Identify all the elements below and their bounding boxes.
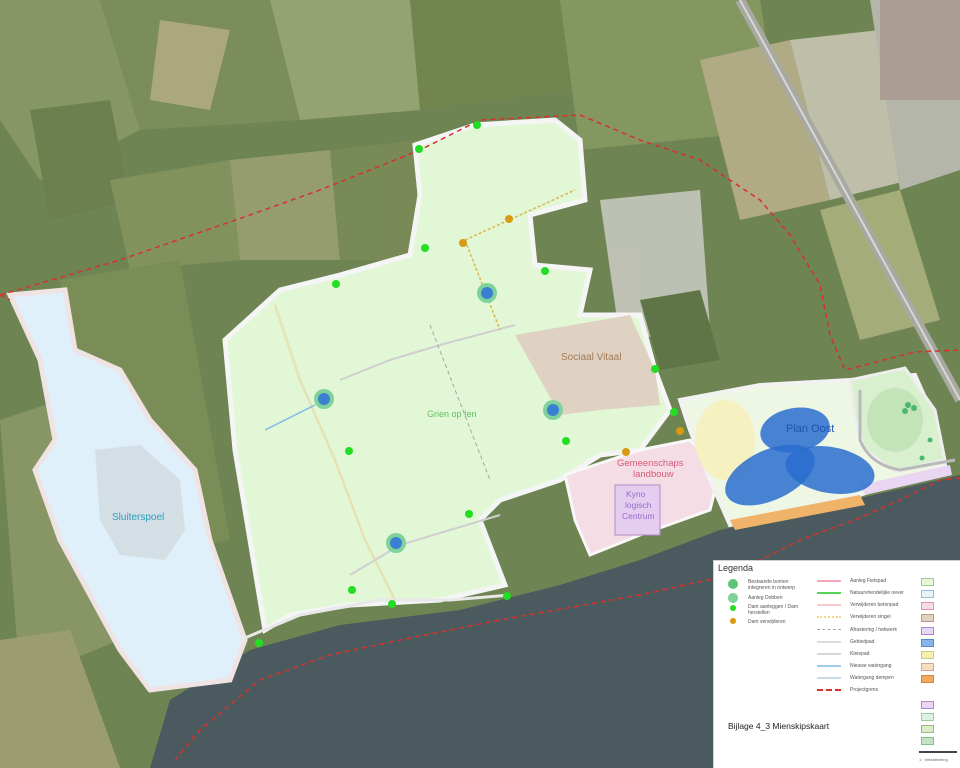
legend-item-singel: Verwijderen singel — [850, 614, 891, 620]
pond-icon — [728, 593, 738, 603]
dam-create-marker[interactable] — [421, 244, 429, 252]
legend-line-kleiepad — [817, 653, 841, 655]
legend-swatch — [921, 675, 934, 683]
legend-swatch — [921, 701, 934, 709]
legend-item-kleiepad: Kleiepad — [850, 651, 870, 657]
legend-line-afrastering — [817, 629, 841, 630]
legend-item-projectgrens: Projectgrens — [850, 687, 879, 693]
legend-item-fietspad: Aanleg Fietspad — [850, 578, 887, 584]
label-kyno-3: Centrum — [622, 511, 655, 521]
legend-title: Legenda — [718, 563, 754, 573]
zone-east-tree-area — [867, 388, 923, 452]
legend-panel: Legenda Bestaande bomen integreren in on… — [713, 560, 960, 768]
legend-swatch — [921, 713, 934, 721]
legend-item-betonpad: Verwijderen betonpad — [850, 602, 899, 608]
label-kyno-2: logisch — [625, 500, 652, 510]
legend-item-dam-aanleggen: Dam aanleggen / Dam herstellen — [748, 604, 799, 616]
dam-create-marker[interactable] — [348, 586, 356, 594]
scale-bar — [919, 751, 957, 753]
dam-remove-marker[interactable] — [505, 215, 513, 223]
legend-item-dam-verwijderen: Dam verwijderen — [748, 619, 786, 625]
legend-swatch — [921, 639, 934, 647]
legend-item-watergang: Nieuwe watergang — [850, 663, 892, 669]
legend-line-projectgrens — [817, 689, 841, 691]
dam-create-marker[interactable] — [473, 121, 481, 129]
legend-item-gebiedpad: Gebiedpad — [850, 639, 875, 645]
label-sluiterspoel: Sluiterspoel — [112, 512, 165, 523]
legend-line-betonpad — [817, 604, 841, 606]
dam-create-marker[interactable] — [332, 280, 340, 288]
label-plan-oost: Plan Oost — [786, 423, 835, 435]
legend-line-watergang — [817, 665, 841, 667]
label-grien-op-ien: Grien op Ien — [427, 409, 477, 419]
pond-icon[interactable] — [543, 400, 563, 420]
dam-create-marker[interactable] — [255, 639, 263, 647]
legend-item-dempen: Watergang dempen — [850, 675, 894, 681]
legend-item-oever: Natuurvriendelijke oever — [850, 590, 904, 596]
dam-create-marker[interactable] — [541, 267, 549, 275]
legend-swatch — [921, 663, 934, 671]
pond-icon[interactable] — [386, 533, 406, 553]
dam-create-marker[interactable] — [345, 447, 353, 455]
legend-swatch — [921, 590, 934, 598]
dam-remove-marker[interactable] — [676, 427, 684, 435]
dam-create-marker[interactable] — [503, 592, 511, 600]
dam-remove-marker[interactable] — [622, 448, 630, 456]
legend-swatch — [921, 651, 934, 659]
legend-swatch — [921, 578, 934, 586]
dam-create-marker[interactable] — [670, 408, 678, 416]
bijlage-title: Bijlage 4_3 Mienskipskaart — [728, 721, 830, 731]
legend-swatch — [921, 627, 934, 635]
legend-line-singel — [817, 616, 841, 618]
label-gemeenschapslandbouw-2: landbouw — [633, 469, 674, 480]
legend-item-bomen: Bestaande bomen integreren in ontwerp — [748, 579, 795, 591]
green-dot-icon — [730, 605, 736, 611]
legend-swatch — [921, 725, 934, 733]
dam-create-marker[interactable] — [415, 145, 423, 153]
dam-remove-marker[interactable] — [459, 239, 467, 247]
legend-swatch — [921, 614, 934, 622]
legend-line-oever — [817, 592, 841, 594]
dam-create-marker[interactable] — [562, 437, 570, 445]
legend-line-gebiedpad — [817, 641, 841, 643]
dam-create-marker[interactable] — [465, 510, 473, 518]
tree-cluster-icon — [728, 579, 738, 589]
pond-icon[interactable] — [314, 389, 334, 409]
label-gemeenschapslandbouw-1: Gemeenschaps — [617, 458, 684, 469]
orange-dot-icon — [730, 618, 736, 624]
legend-item-dobben: Aanleg Dobben — [748, 595, 783, 601]
legend-line-fietspad — [817, 580, 841, 582]
legend-item-afrastering: Afrastering / hekwerk — [850, 627, 897, 633]
dam-create-marker[interactable] — [651, 365, 659, 373]
scale-text: 1 : Veldafmeting — [919, 757, 948, 762]
village — [880, 0, 960, 100]
pond-icon[interactable] — [477, 283, 497, 303]
label-sociaal-vitaal: Sociaal Vitaal — [561, 352, 622, 363]
dam-create-marker[interactable] — [388, 600, 396, 608]
legend-swatch — [921, 737, 934, 745]
legend-line-dempen — [817, 677, 841, 679]
legend-swatch — [921, 602, 934, 610]
label-kyno-1: Kyno — [626, 489, 646, 499]
